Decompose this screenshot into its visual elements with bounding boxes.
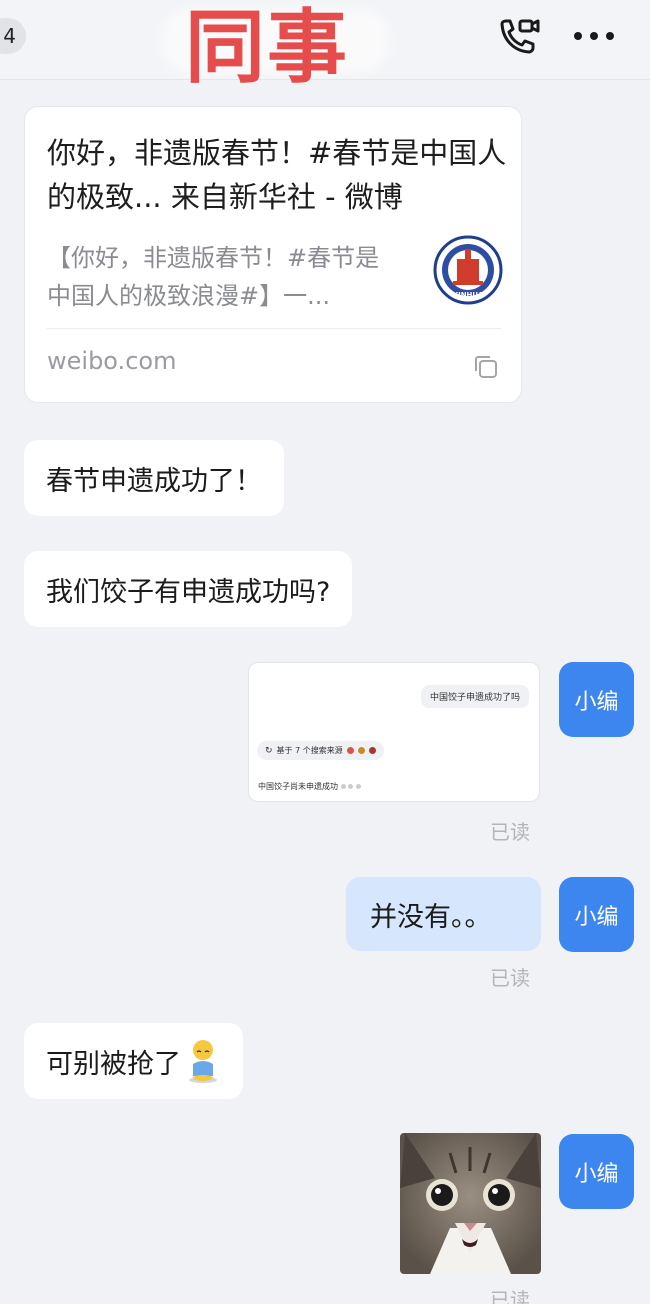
read-status: 已读 [490,966,530,990]
message-bubble-incoming[interactable]: 可别被抢了 [24,1023,243,1099]
message-text: 我们饺子有申遗成功吗? [46,576,331,608]
logo-text: XINHUA [453,291,484,299]
link-card-description: 【你好，非遗版春节！#春节是中国人的极致浪漫#】一... [47,244,380,310]
screenshot-question: 中国饺子申遗成功了吗 [420,685,529,708]
sitting-sad-emoji-icon [189,1040,217,1083]
ref-dot [340,784,346,789]
avatar[interactable]: 小编 [559,877,634,952]
screenshot-sources: ↻ 基于 7 个搜索来源 [257,741,384,760]
sent-cat-meme-image[interactable] [400,1133,541,1274]
source-dot [368,747,376,754]
link-card-domain: weibo.com [47,347,177,375]
source-dot [357,747,365,754]
xinhua-logo: XINHUA [433,235,503,305]
cat-photo [400,1133,541,1274]
screenshot-answer: 中国饺子尚未申遗成功 [258,781,361,792]
chat-title: 同事 [185,1,349,94]
avatar[interactable]: 小编 [559,1134,634,1209]
ref-dot [355,784,361,789]
message-text: 并没有。。 [370,901,492,933]
read-status: 已读 [490,820,530,844]
message-bubble-incoming[interactable]: 我们饺子有申遗成功吗? [24,551,353,627]
divider [47,328,501,329]
chat-header: 4 同事 [0,0,650,94]
unread-count: 4 [3,24,16,48]
more-icon[interactable] [570,16,618,56]
link-share-card[interactable]: 你好，非遗版春节！#春节是中国人的极致... 来自新华社 - 微博 【你好，非遗… [24,106,522,403]
sent-screenshot-image[interactable]: 中国饺子申遗成功了吗 ↻ 基于 7 个搜索来源 中国饺子尚未申遗成功 [248,662,540,802]
link-card-title: 你好，非遗版春节！#春节是中国人的极致... 来自新华社 - 微博 [47,136,507,214]
read-status: 已读 [490,1288,530,1304]
back-unread-badge[interactable]: 4 [0,18,26,54]
ref-dot [348,784,354,789]
avatar[interactable]: 小编 [559,662,634,737]
message-bubble-outgoing[interactable]: 并没有。。 [346,877,541,951]
sources-text: 基于 7 个搜索来源 [276,746,343,755]
answer-text: 中国饺子尚未申遗成功 [258,782,338,791]
message-text: 可别被抢了 [46,1048,181,1080]
message-bubble-incoming[interactable]: 春节申遗成功了！ [24,440,284,516]
video-call-icon[interactable] [496,16,542,60]
copy-icon[interactable] [472,353,500,381]
search-icon: ↻ [265,745,273,756]
source-dot [346,747,354,754]
message-text: 春节申遗成功了！ [46,465,262,497]
